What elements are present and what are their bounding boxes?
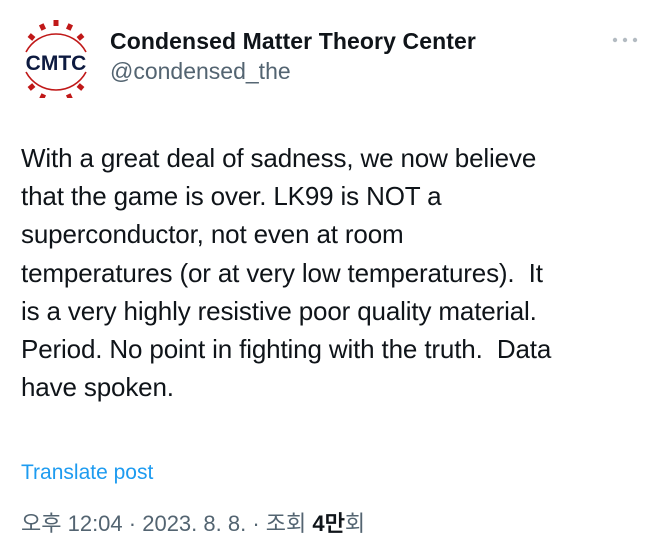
views-count[interactable]: 4만 xyxy=(312,511,344,536)
avatar-text: CMTC xyxy=(26,52,87,75)
tweet-date[interactable]: 2023. 8. 8. xyxy=(142,511,246,536)
meta-separator: · xyxy=(122,511,143,536)
views-label-suffix: 회 xyxy=(344,511,366,536)
avatar[interactable]: CMTC xyxy=(12,14,100,101)
tweet: CMTC Condensed Matter Theory Center @con… xyxy=(0,0,658,544)
author-handle[interactable]: @condensed_the xyxy=(110,56,476,86)
author-block: Condensed Matter Theory Center @condense… xyxy=(110,26,476,86)
tweet-meta: 오후 12:04 · 2023. 8. 8. · 조회 4만회 xyxy=(21,509,365,539)
tweet-time[interactable]: 오후 12:04 xyxy=(21,511,123,536)
more-horizontal-icon xyxy=(612,37,638,43)
tweet-text: With a great deal of sadness, we now bel… xyxy=(21,143,552,403)
cmtc-logo-icon: CMTC xyxy=(25,20,87,101)
views-label-prefix: 조회 xyxy=(265,511,313,536)
author-display-name[interactable]: Condensed Matter Theory Center xyxy=(110,26,476,56)
translate-post-link[interactable]: Translate post xyxy=(21,459,153,487)
meta-separator: · xyxy=(246,511,266,536)
more-options-button[interactable] xyxy=(608,30,642,50)
